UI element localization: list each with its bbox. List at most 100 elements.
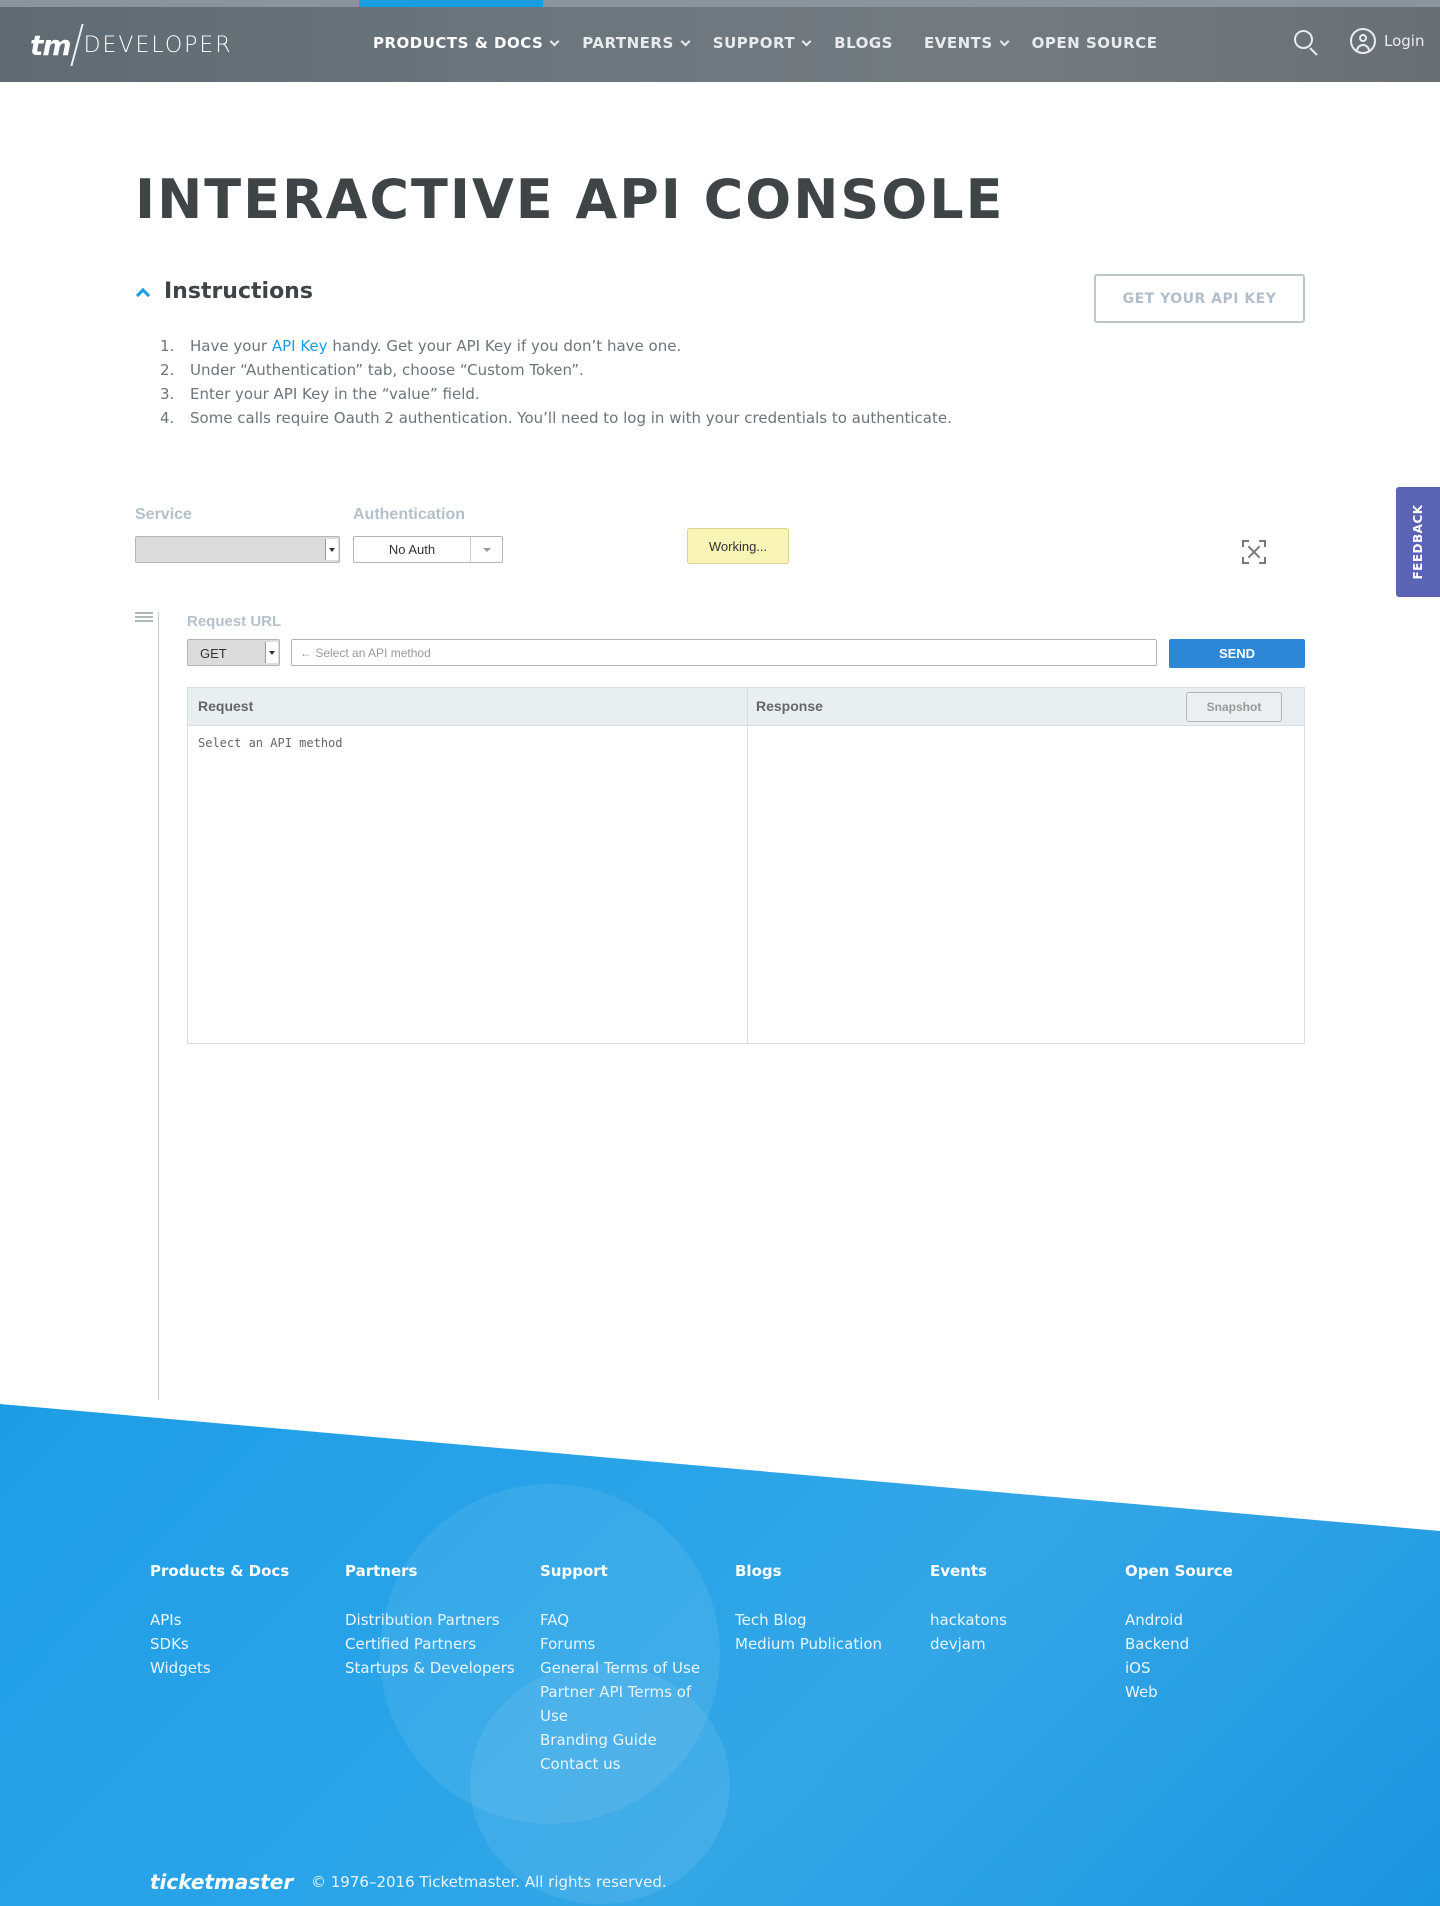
- footer-column-support: Support FAQ Forums General Terms of Use …: [540, 1562, 700, 1776]
- logo-slash: [69, 24, 84, 66]
- send-button[interactable]: SEND: [1169, 639, 1305, 668]
- footer-link[interactable]: Android: [1125, 1608, 1233, 1632]
- chevron-up-icon: [135, 287, 151, 302]
- footer-heading[interactable]: Partners: [345, 1562, 515, 1580]
- item-text: Enter your API Key in the “value” field.: [190, 385, 480, 403]
- dropdown-arrow-icon: [265, 642, 278, 663]
- footer-column-blogs: Blogs Tech Blog Medium Publication: [735, 1562, 882, 1656]
- logo-product: DEVELOPER: [83, 32, 233, 58]
- footer-heading[interactable]: Products & Docs: [150, 1562, 289, 1580]
- main-nav: PRODUCTS & DOCS PARTNERS SUPPORT BLOGS E…: [373, 34, 1181, 52]
- footer-link[interactable]: Medium Publication: [735, 1632, 882, 1656]
- search-icon[interactable]: [1294, 30, 1320, 58]
- footer-heading[interactable]: Open Source: [1125, 1562, 1233, 1580]
- footer-link[interactable]: FAQ: [540, 1608, 700, 1632]
- login-label: Login: [1384, 32, 1425, 50]
- item-number: 3.: [160, 385, 175, 403]
- instructions-title: Instructions: [164, 279, 313, 304]
- fullscreen-icon[interactable]: [1242, 540, 1266, 564]
- request-url-input[interactable]: ← Select an API method: [291, 639, 1157, 666]
- ticketmaster-logo[interactable]: ticketmaster: [150, 1870, 293, 1894]
- nav-label: PARTNERS: [582, 34, 674, 52]
- nav-products-docs[interactable]: PRODUCTS & DOCS: [373, 34, 560, 52]
- footer-heading[interactable]: Support: [540, 1562, 700, 1580]
- footer-link[interactable]: hackatons: [930, 1608, 1007, 1632]
- service-label: Service: [135, 506, 192, 523]
- instructions-list: 1. Have your API Key handy. Get your API…: [160, 334, 952, 430]
- request-response-panel: Request Response Snapshot Select an API …: [187, 687, 1305, 1044]
- footer-link[interactable]: Widgets: [150, 1656, 289, 1680]
- footer-link[interactable]: devjam: [930, 1632, 1007, 1656]
- page-title: INTERACTIVE API CONSOLE: [135, 168, 1005, 231]
- nav-support[interactable]: SUPPORT: [712, 34, 812, 52]
- login-button[interactable]: Login: [1350, 28, 1424, 54]
- dropdown-arrow-icon: [325, 539, 338, 560]
- list-item: 3. Enter your API Key in the “value” fie…: [160, 382, 952, 406]
- panel-divider: [747, 688, 748, 1043]
- footer-column-open-source: Open Source Android Backend iOS Web: [1125, 1562, 1233, 1704]
- site-logo[interactable]: tm DEVELOPER: [30, 24, 233, 66]
- chevron-down-icon: [470, 537, 502, 562]
- api-key-link[interactable]: API Key: [272, 337, 328, 355]
- authentication-label: Authentication: [353, 506, 465, 523]
- get-api-key-button[interactable]: GET YOUR API KEY: [1094, 274, 1305, 323]
- chevron-down-icon: [801, 36, 812, 46]
- footer-link[interactable]: Web: [1125, 1680, 1233, 1704]
- request-body[interactable]: Select an API method: [198, 736, 343, 750]
- item-text-pre: Have your: [190, 337, 272, 355]
- footer-link[interactable]: Certified Partners: [345, 1632, 515, 1656]
- footer-link[interactable]: Contact us: [540, 1752, 700, 1776]
- item-number: 1.: [160, 337, 175, 355]
- chevron-down-icon: [549, 36, 560, 46]
- footer-link[interactable]: Forums: [540, 1632, 700, 1656]
- footer-column-events: Events hackatons devjam: [930, 1562, 1007, 1656]
- request-title: Request: [198, 698, 254, 714]
- footer-link[interactable]: Backend: [1125, 1632, 1233, 1656]
- footer-link[interactable]: Tech Blog: [735, 1608, 882, 1632]
- nav-label: OPEN SOURCE: [1031, 34, 1158, 52]
- site-header: tm DEVELOPER PRODUCTS & DOCS PARTNERS SU…: [0, 0, 1440, 82]
- item-text: Under “Authentication” tab, choose “Cust…: [190, 361, 584, 379]
- header-top-bar: [0, 0, 1440, 7]
- snapshot-button[interactable]: Snapshot: [1186, 692, 1282, 722]
- footer-heading[interactable]: Blogs: [735, 1562, 882, 1580]
- http-method-select[interactable]: GET: [187, 639, 280, 666]
- list-item: 4. Some calls require Oauth 2 authentica…: [160, 406, 952, 430]
- instructions-toggle[interactable]: Instructions: [135, 279, 313, 304]
- footer-heading[interactable]: Events: [930, 1562, 1007, 1580]
- list-item: 1. Have your API Key handy. Get your API…: [160, 334, 952, 358]
- nav-label: PRODUCTS & DOCS: [373, 34, 544, 52]
- sidebar-rail: [158, 612, 159, 1400]
- feedback-tab[interactable]: FEEDBACK: [1396, 487, 1440, 597]
- item-text-post: handy. Get your API Key if you don’t hav…: [327, 337, 682, 355]
- authentication-value: No Auth: [388, 542, 436, 557]
- menu-icon[interactable]: [135, 612, 153, 624]
- nav-label: BLOGS: [834, 34, 893, 52]
- footer-link[interactable]: General Terms of Use: [540, 1656, 700, 1680]
- footer-link[interactable]: SDKs: [150, 1632, 289, 1656]
- nav-partners[interactable]: PARTNERS: [582, 34, 691, 52]
- footer-link[interactable]: Startups & Developers: [345, 1656, 515, 1680]
- footer-link[interactable]: Partner API Terms of Use: [540, 1680, 700, 1728]
- service-select[interactable]: [135, 536, 340, 563]
- chevron-down-icon: [680, 36, 691, 46]
- nav-label: EVENTS: [923, 34, 993, 52]
- status-indicator: Working...: [687, 528, 789, 564]
- footer-link[interactable]: Distribution Partners: [345, 1608, 515, 1632]
- authentication-select[interactable]: No Auth: [353, 536, 503, 563]
- copyright-text: © 1976–2016 Ticketmaster. All rights res…: [311, 1873, 667, 1891]
- chevron-down-icon: [999, 36, 1010, 46]
- nav-blogs[interactable]: BLOGS: [834, 34, 893, 52]
- list-item: 2. Under “Authentication” tab, choose “C…: [160, 358, 952, 382]
- nav-open-source[interactable]: OPEN SOURCE: [1032, 34, 1158, 52]
- user-icon: [1350, 28, 1376, 54]
- nav-label: SUPPORT: [712, 34, 796, 52]
- item-number: 4.: [160, 409, 175, 427]
- footer-link[interactable]: APIs: [150, 1608, 289, 1632]
- footer-link[interactable]: Branding Guide: [540, 1728, 700, 1752]
- nav-events[interactable]: EVENTS: [923, 34, 1010, 52]
- panel-header: Request Response Snapshot: [188, 688, 1304, 726]
- footer-link[interactable]: iOS: [1125, 1656, 1233, 1680]
- footer-column-partners: Partners Distribution Partners Certified…: [345, 1562, 515, 1680]
- active-nav-indicator: [359, 0, 543, 7]
